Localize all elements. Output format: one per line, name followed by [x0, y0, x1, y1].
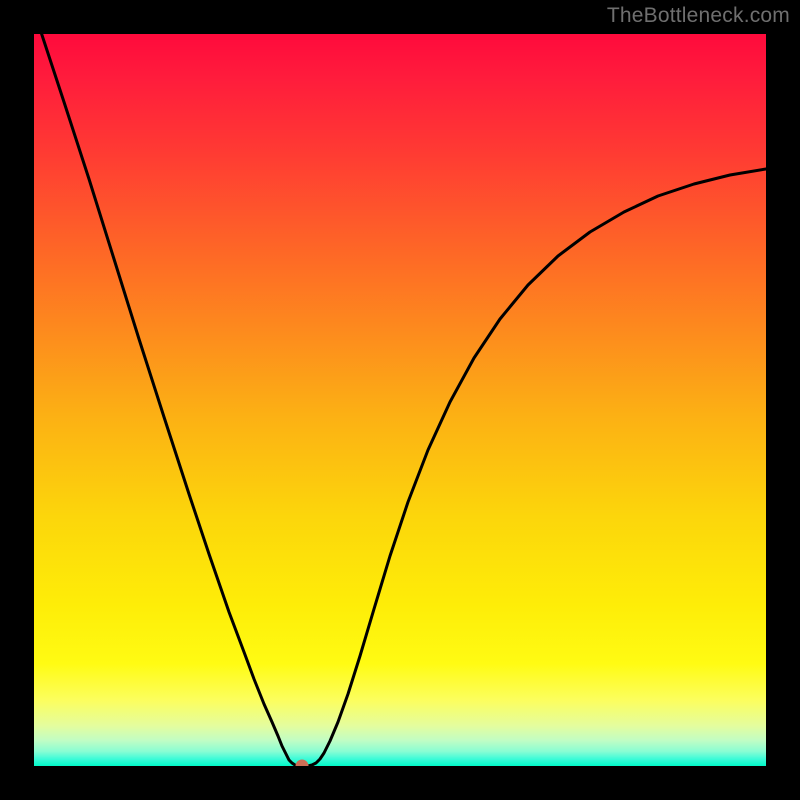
- chart-frame: [34, 34, 766, 766]
- chart-curve-path: [40, 34, 766, 766]
- chart-curve: [34, 34, 766, 766]
- watermark-text: TheBottleneck.com: [607, 4, 790, 28]
- chart-marker-dot: [296, 760, 309, 767]
